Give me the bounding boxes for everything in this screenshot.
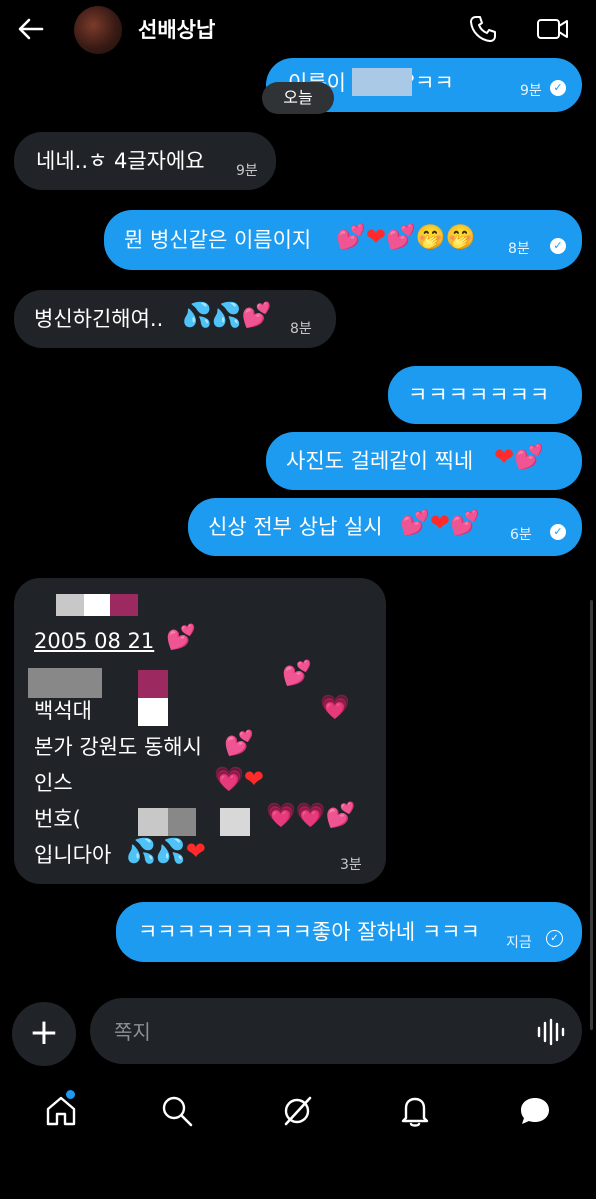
message-bubble-outgoing[interactable]: ㅋㅋㅋㅋㅋㅋㅋ <box>388 366 582 424</box>
message-line-phone: 번호( <box>34 807 81 831</box>
scrollbar[interactable] <box>590 600 593 1030</box>
phone-icon[interactable] <box>468 14 498 48</box>
date-separator: 오늘 <box>262 82 334 114</box>
message-time: 6분 <box>510 527 532 543</box>
message-text: 뭔 병신같은 이름이지 <box>124 228 312 252</box>
avatar[interactable] <box>74 6 122 54</box>
emoji-row: 💕❤💕🤭🤭 <box>336 223 476 251</box>
sent-check-icon: ✓ <box>546 930 563 947</box>
messages-icon[interactable] <box>518 1094 552 1132</box>
message-bubble-outgoing[interactable]: ㅋㅋㅋㅋㅋㅋㅋㅋㅋ좋아 잘하네 ㅋㅋㅋ 지금 ✓ <box>116 902 582 962</box>
emoji: 💗💗💕 <box>266 801 356 829</box>
emoji: 💕 <box>224 729 254 757</box>
emoji-row: ❤💕 <box>494 443 544 471</box>
message-text: ㅋㅋㅋㅋㅋㅋㅋㅋㅋ좋아 잘하네 ㅋㅋㅋ <box>138 920 480 944</box>
emoji: 💕 <box>166 623 196 651</box>
message-time: 지금 <box>506 935 532 951</box>
message-input[interactable] <box>90 998 582 1064</box>
message-time: 8분 <box>290 321 312 337</box>
redaction <box>138 698 168 726</box>
redaction <box>138 670 168 698</box>
message-line-school: 백석대 <box>34 699 92 723</box>
conversation-title[interactable]: 선배상납 <box>138 14 215 44</box>
back-arrow-icon[interactable] <box>16 14 46 44</box>
message-text: ㅋㅋㅋㅋㅋㅋㅋ <box>408 383 551 407</box>
message-bubble-outgoing[interactable]: 사진도 걸레같이 찍네 ❤💕 <box>266 432 582 490</box>
message-bubble-incoming[interactable]: 2005 08 21 💕 💕 백석대 💗 본가 강원도 동해시 💕 인스 💗❤ … <box>14 578 386 884</box>
message-input-placeholder[interactable]: 쪽지 <box>114 1016 151 1045</box>
emoji: 💗 <box>320 693 350 721</box>
redaction <box>138 808 168 836</box>
message-line-date: 2005 08 21 <box>34 629 155 653</box>
home-icon[interactable] <box>44 1094 78 1132</box>
message-time: 8분 <box>508 241 530 257</box>
emoji-row: 💕❤💕 <box>400 509 480 537</box>
message-bubble-outgoing[interactable]: 뭔 병신같은 이름이지 💕❤💕🤭🤭 8분 ✓ <box>104 210 582 270</box>
redaction <box>220 808 250 836</box>
message-text: 네네..ㅎ 4글자에요 <box>36 149 205 173</box>
emoji-row: 💦💦💕 <box>182 301 272 329</box>
message-line-hometown: 본가 강원도 동해시 <box>34 735 202 759</box>
notification-dot <box>66 1090 75 1099</box>
message-line-end: 입니다아 <box>34 843 112 867</box>
read-check-icon: ✓ <box>550 238 566 254</box>
redaction <box>110 594 138 616</box>
redaction <box>352 68 412 96</box>
message-time: 3분 <box>340 857 362 873</box>
emoji: 💕 <box>282 659 312 687</box>
message-text: 사진도 걸레같이 찍네 <box>286 449 474 473</box>
grok-icon[interactable] <box>280 1094 314 1132</box>
message-line-instagram: 인스 <box>34 771 73 795</box>
message-bubble-outgoing[interactable]: 신상 전부 상납 실시 💕❤💕 6분 ✓ <box>188 498 582 556</box>
read-check-icon: ✓ <box>550 524 566 540</box>
redaction <box>168 808 196 836</box>
redaction <box>56 594 84 616</box>
video-camera-icon[interactable] <box>536 14 570 48</box>
message-bubble-incoming[interactable]: 네네..ㅎ 4글자에요 9분 <box>14 132 276 190</box>
redaction <box>28 668 102 698</box>
bell-icon[interactable] <box>398 1094 432 1132</box>
redaction <box>84 594 110 616</box>
search-icon[interactable] <box>160 1094 194 1132</box>
message-bubble-incoming[interactable]: 병신하긴해여.. 💦💦💕 8분 <box>14 290 336 348</box>
message-time: 9분 <box>236 163 258 179</box>
plus-icon[interactable]: + <box>12 1002 76 1066</box>
emoji: 💦💦❤ <box>126 837 206 865</box>
voice-wave-icon[interactable] <box>536 1018 566 1050</box>
emoji: 💗❤ <box>214 765 264 793</box>
read-check-icon: ✓ <box>550 80 566 96</box>
message-time: 9분 <box>520 83 542 99</box>
message-text: 병신하긴해여.. <box>34 307 164 331</box>
message-text: 신상 전부 상납 실시 <box>208 515 383 539</box>
